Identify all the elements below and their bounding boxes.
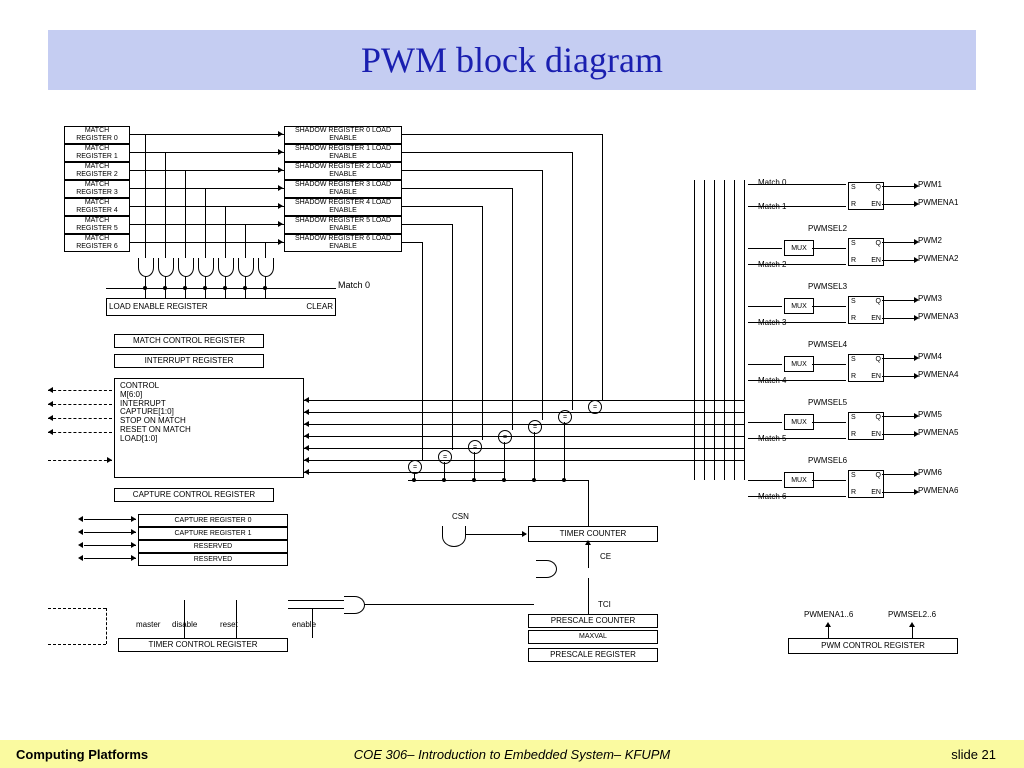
reserved-1: RESERVED — [138, 553, 288, 566]
flipflop: SQREN — [848, 354, 884, 382]
and-gate-icon — [258, 258, 274, 277]
match-reg-5: MATCH REGISTER 5 — [64, 216, 130, 234]
shadow-reg-2: SHADOW REGISTER 2 LOAD ENABLE — [284, 162, 402, 180]
and-gate-icon — [218, 258, 234, 277]
mux: MUX — [784, 414, 814, 430]
flipflop: SQREN — [848, 182, 884, 210]
control-block: CONTROL M[6:0] INTERRUPT CAPTURE[1:0] ST… — [114, 378, 304, 478]
and-gate-icon — [158, 258, 174, 277]
match0-label: Match 0 — [338, 280, 370, 290]
mux: MUX — [784, 298, 814, 314]
match-control-register: MATCH CONTROL REGISTER — [114, 334, 264, 348]
mux: MUX — [784, 472, 814, 488]
footer-center: COE 306– Introduction to Embedded System… — [354, 747, 671, 762]
shadow-reg-4: SHADOW REGISTER 4 LOAD ENABLE — [284, 198, 402, 216]
and-gate-icon — [536, 560, 557, 578]
mux: MUX — [784, 356, 814, 372]
page-title: PWM block diagram — [361, 39, 663, 81]
flipflop: SQREN — [848, 296, 884, 324]
mux: MUX — [784, 240, 814, 256]
match-reg-2: MATCH REGISTER 2 — [64, 162, 130, 180]
flipflop: SQREN — [848, 412, 884, 440]
title-bar: PWM block diagram — [48, 30, 976, 90]
match-reg-6: MATCH REGISTER 6 — [64, 234, 130, 252]
comparator-icon: = — [498, 430, 512, 444]
block-diagram: MATCH REGISTER 0 MATCH REGISTER 1 MATCH … — [48, 120, 976, 700]
timer-counter: TIMER COUNTER — [528, 526, 658, 542]
capture-reg-0: CAPTURE REGISTER 0 — [138, 514, 288, 527]
reserved-0: RESERVED — [138, 540, 288, 553]
and-gate-icon — [198, 258, 214, 277]
shadow-reg-3: SHADOW REGISTER 3 LOAD ENABLE — [284, 180, 402, 198]
maxval: MAXVAL — [528, 630, 658, 644]
comparator-icon: = — [438, 450, 452, 464]
footer: Computing Platforms COE 306– Introductio… — [0, 740, 1024, 768]
shadow-reg-1: SHADOW REGISTER 1 LOAD ENABLE — [284, 144, 402, 162]
capture-control-register: CAPTURE CONTROL REGISTER — [114, 488, 274, 502]
shadow-reg-6: SHADOW REGISTER 6 LOAD ENABLE — [284, 234, 402, 252]
match-reg-0: MATCH REGISTER 0 — [64, 126, 130, 144]
pwm-control-register: PWM CONTROL REGISTER — [788, 638, 958, 654]
footer-right: slide 21 — [951, 747, 996, 762]
shadow-reg-0: SHADOW REGISTER 0 LOAD ENABLE — [284, 126, 402, 144]
shadow-reg-5: SHADOW REGISTER 5 LOAD ENABLE — [284, 216, 402, 234]
match-reg-4: MATCH REGISTER 4 — [64, 198, 130, 216]
or-gate-icon — [442, 526, 466, 547]
and-gate-icon — [238, 258, 254, 277]
and-gate-icon — [344, 596, 365, 614]
prescale-counter: PRESCALE COUNTER — [528, 614, 658, 628]
comparator-icon: = — [528, 420, 542, 434]
flipflop: SQREN — [848, 238, 884, 266]
match-reg-1: MATCH REGISTER 1 — [64, 144, 130, 162]
match-reg-3: MATCH REGISTER 3 — [64, 180, 130, 198]
capture-reg-1: CAPTURE REGISTER 1 — [138, 527, 288, 540]
and-gate-icon — [178, 258, 194, 277]
comparator-icon: = — [468, 440, 482, 454]
and-gate-icon — [138, 258, 154, 277]
interrupt-register: INTERRUPT REGISTER — [114, 354, 264, 368]
footer-left: Computing Platforms — [16, 747, 148, 762]
flipflop: SQREN — [848, 470, 884, 498]
prescale-register: PRESCALE REGISTER — [528, 648, 658, 662]
load-enable-register: LOAD ENABLE REGISTER CLEAR — [106, 298, 336, 316]
timer-control-register: TIMER CONTROL REGISTER — [118, 638, 288, 652]
